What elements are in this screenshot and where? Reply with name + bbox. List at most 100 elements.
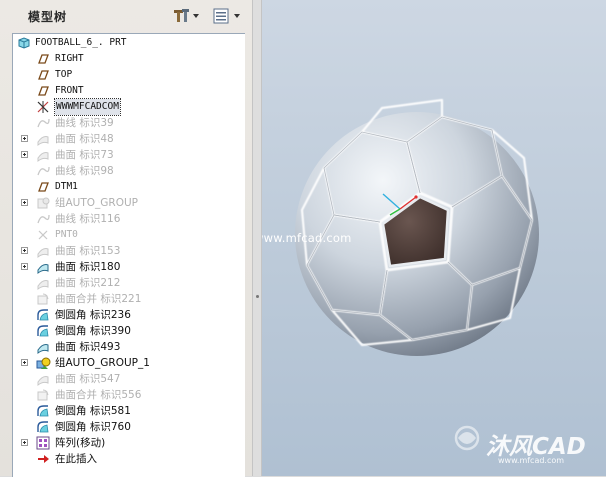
surface-icon (37, 248, 49, 259)
tree-item-label: 组AUTO_GROUP (55, 197, 139, 209)
surface-icon (37, 344, 49, 355)
tree-item[interactable]: 组AUTO_GROUP (13, 195, 245, 211)
curve-icon (37, 118, 50, 128)
round-icon (37, 309, 49, 321)
expand-icon[interactable] (21, 135, 28, 142)
tree-item-label: 曲面 标识180 (55, 261, 121, 273)
merge-icon (37, 293, 49, 305)
watermark-text: www.mfcad.com (262, 231, 352, 245)
tree-item[interactable]: 倒圆角 标识390 (13, 323, 245, 339)
pattern-icon (36, 436, 50, 450)
datum-point-icon (38, 230, 48, 240)
model-tree-header: 模型树 (0, 0, 252, 33)
surface-icon (37, 280, 49, 291)
tree-item-label: 倒圆角 标识581 (55, 405, 131, 417)
tree-item-label: PNT0 (55, 229, 78, 240)
tree-item-label: 组AUTO_GROUP_1 (55, 357, 150, 369)
tree-item-label: 曲面 标识48 (55, 133, 114, 145)
datum-plane-icon (38, 182, 49, 192)
model-tree[interactable]: FOOTBALL_6_. PRT RIGHT TOP FRONT WWWMFCADCO… (12, 33, 245, 477)
surface-icon (37, 136, 49, 147)
round-icon (37, 405, 49, 417)
tree-item[interactable]: 曲面 标识212 (13, 275, 245, 291)
tree-item[interactable]: 曲面 标识180 (13, 259, 245, 275)
tree-item-label: DTM1 (55, 181, 78, 192)
tree-item[interactable]: 组AUTO_GROUP_1 (13, 355, 245, 371)
mfcad-logo-icon (454, 425, 480, 451)
root-label: FOOTBALL_6_. PRT (35, 37, 127, 48)
tree-root[interactable]: FOOTBALL_6_. PRT (13, 35, 245, 51)
tree-item[interactable]: DTM1 (13, 179, 245, 195)
surface-icon (37, 264, 49, 275)
tree-item[interactable]: 曲面 标识73 (13, 147, 245, 163)
tree-item-label: 曲面 标识493 (55, 341, 121, 353)
tree-item[interactable]: 曲面 标识493 (13, 339, 245, 355)
tree-item[interactable]: 曲面 标识547 (13, 371, 245, 387)
surface-icon (37, 152, 49, 163)
logo-url: www.mfcad.com (498, 456, 565, 465)
tree-item-label: 曲线 标识116 (55, 213, 121, 225)
tree-item-label: FRONT (55, 85, 84, 96)
datum-plane-icon (38, 86, 49, 96)
tree-item-label: 倒圆角 标识390 (55, 325, 131, 337)
tree-item[interactable]: 曲面 标识153 (13, 243, 245, 259)
tree-show-button[interactable] (212, 7, 244, 25)
tree-item[interactable]: PNT0 (13, 227, 245, 243)
tree-item[interactable]: 曲面合并 标识221 (13, 291, 245, 307)
tree-settings-button[interactable] (172, 7, 200, 25)
expand-icon[interactable] (21, 247, 28, 254)
datum-plane-icon (38, 54, 49, 64)
tree-item-label: 曲线 标识39 (55, 117, 114, 129)
tree-item[interactable]: RIGHT (13, 51, 245, 67)
coordinate-system-icon (37, 101, 49, 113)
curve-icon (37, 166, 50, 176)
panel-splitter[interactable] (252, 0, 262, 476)
round-icon (37, 421, 49, 433)
graphics-viewport[interactable]: www.mfcad.com 沐风CAD www.mfcad.com (262, 0, 606, 476)
tree-item-label: 曲线 标识98 (55, 165, 114, 177)
tree-item[interactable]: 曲线 标识98 (13, 163, 245, 179)
tree-item[interactable]: 在此插入 (13, 451, 245, 467)
tree-item[interactable]: WWWMFCADCOM (13, 98, 245, 116)
list-icon (213, 8, 240, 24)
tree-item-label: 阵列(移动) (55, 437, 106, 449)
model-tree-panel: 模型树 FOOTBALL_6_. PRT RIGHT TOP FRONT WWW… (0, 0, 252, 477)
tree-item-label: 曲面 标识73 (55, 149, 114, 161)
tree-item-label: 倒圆角 标识760 (55, 421, 131, 433)
tree-item-label: RIGHT (55, 53, 84, 64)
surface-icon (37, 376, 49, 387)
tree-item[interactable]: 曲面 标识48 (13, 131, 245, 147)
tree-item-label: 在此插入 (55, 453, 97, 465)
expand-icon[interactable] (21, 359, 28, 366)
tree-item[interactable]: 阵列(移动) (13, 435, 245, 451)
tree-item-label: 曲面 标识153 (55, 245, 121, 257)
tree-item[interactable]: 倒圆角 标识581 (13, 403, 245, 419)
datum-plane-icon (38, 70, 49, 80)
expand-icon[interactable] (21, 439, 28, 446)
tree-item-label: 曲面 标识212 (55, 277, 121, 289)
tree-item[interactable]: 曲线 标识116 (13, 211, 245, 227)
tree-item[interactable]: 曲线 标识39 (13, 115, 245, 131)
part-icon (18, 37, 30, 49)
round-icon (37, 325, 49, 337)
group-icon (37, 197, 50, 209)
merge-icon (37, 389, 49, 401)
expand-icon[interactable] (21, 199, 28, 206)
tree-item-label: WWWMFCADCOM (54, 98, 121, 116)
tree-item[interactable]: 倒圆角 标识760 (13, 419, 245, 435)
tree-item-label: 倒圆角 标识236 (55, 309, 131, 321)
tree-item[interactable]: 倒圆角 标识236 (13, 307, 245, 323)
tree-item[interactable]: TOP (13, 67, 245, 83)
splitter-grip (256, 295, 259, 298)
tree-item-label: 曲面合并 标识556 (55, 389, 142, 401)
panel-title: 模型树 (28, 10, 68, 24)
tools-icon (174, 9, 199, 22)
tree-item-label: 曲面合并 标识221 (55, 293, 142, 305)
tree-item[interactable]: FRONT (13, 83, 245, 99)
tree-item-label: 曲面 标识547 (55, 373, 121, 385)
expand-icon[interactable] (21, 263, 28, 270)
expand-icon[interactable] (21, 151, 28, 158)
tree-item[interactable]: 曲面合并 标识556 (13, 387, 245, 403)
insert-arrow-icon (38, 455, 49, 463)
curve-icon (37, 214, 50, 224)
